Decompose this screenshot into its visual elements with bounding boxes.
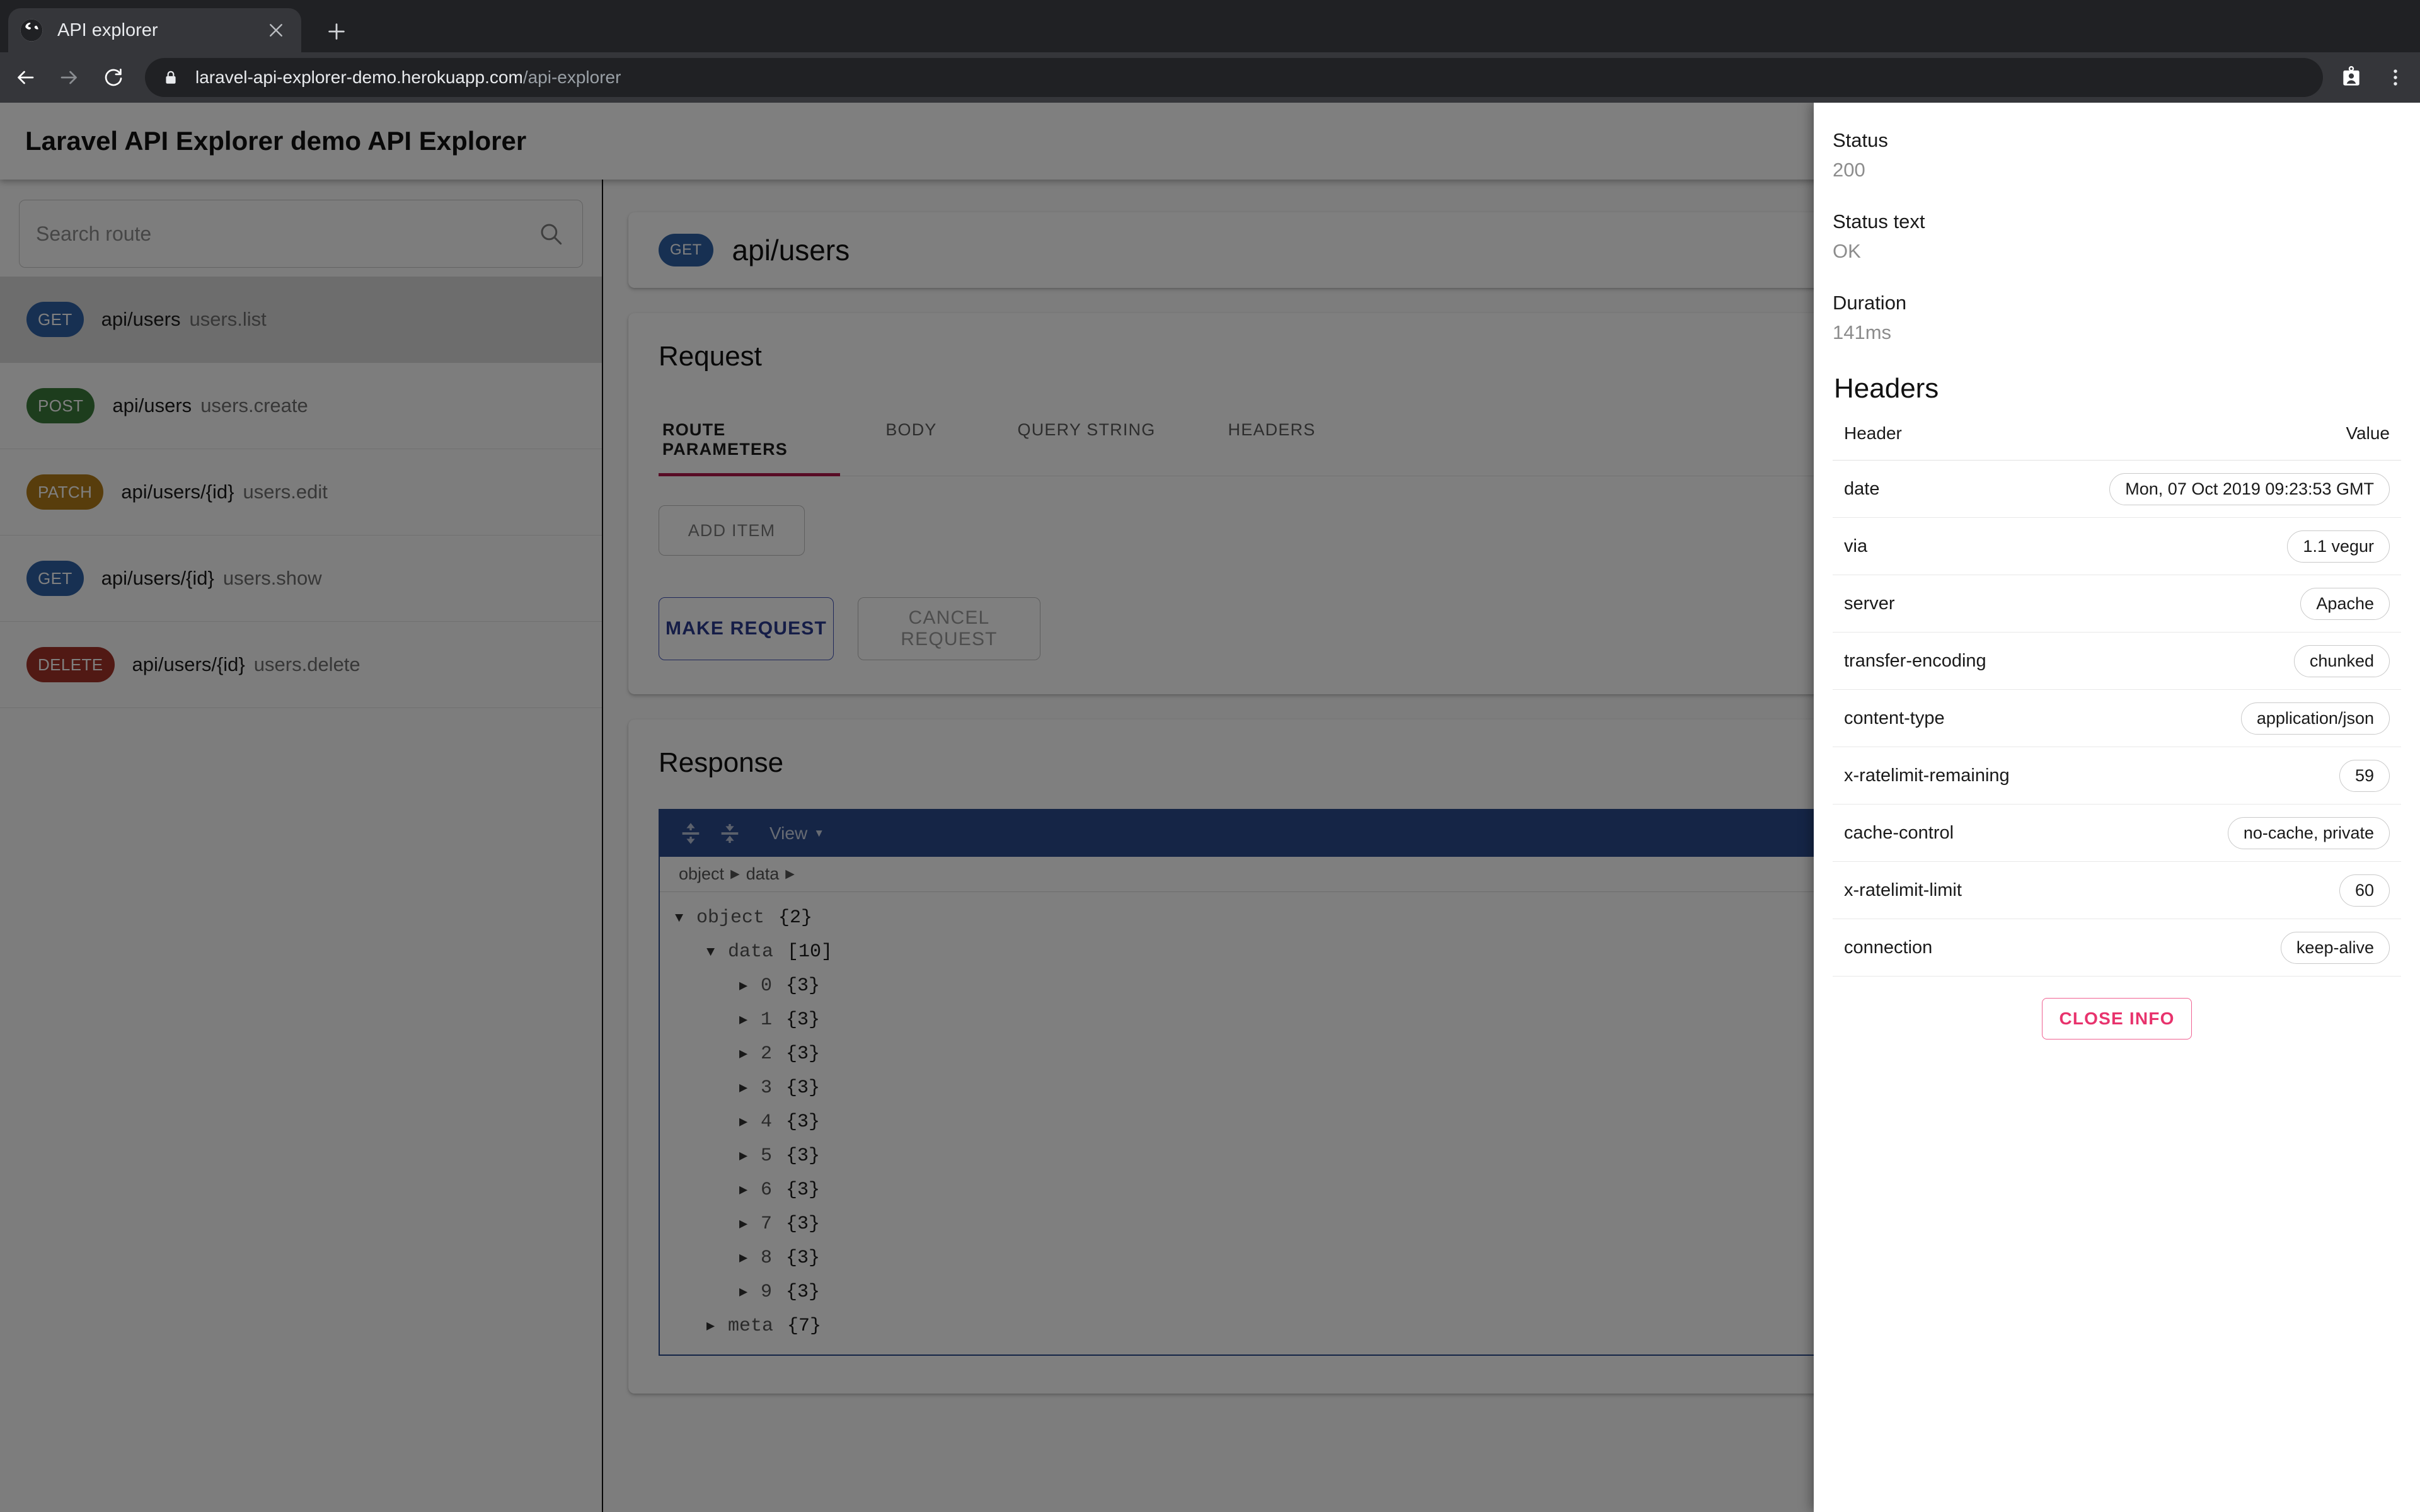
response-meta-item: Status 200 bbox=[1833, 129, 2401, 181]
headers-table-row: date Mon, 07 Oct 2019 09:23:53 GMT bbox=[1833, 460, 2401, 518]
tab-title: API explorer bbox=[57, 20, 158, 40]
address-bar[interactable]: laravel-api-explorer-demo.herokuapp.com/… bbox=[145, 58, 2323, 97]
header-value-cell: application/json bbox=[2050, 689, 2401, 747]
header-value-chip: 60 bbox=[2339, 874, 2390, 907]
header-name: transfer-encoding bbox=[1833, 632, 2051, 690]
headers-table-row: x-ratelimit-remaining 59 bbox=[1833, 747, 2401, 805]
globe-icon bbox=[20, 18, 43, 42]
close-info-wrapper: CLOSE INFO bbox=[1833, 998, 2401, 1040]
header-name: cache-control bbox=[1833, 804, 2051, 862]
arrow-left-icon[interactable] bbox=[6, 59, 44, 96]
response-meta-list: Status 200 Status text OK Duration 141ms bbox=[1833, 129, 2401, 344]
lock-icon bbox=[163, 68, 179, 87]
header-name: content-type bbox=[1833, 689, 2051, 747]
header-value-chip: keep-alive bbox=[2280, 931, 2390, 964]
headers-table-row: server Apache bbox=[1833, 575, 2401, 633]
response-meta-value: OK bbox=[1833, 240, 1861, 262]
header-name: x-ratelimit-remaining bbox=[1833, 747, 2051, 805]
page-content: Laravel API Explorer demo API Explorer G… bbox=[0, 103, 2420, 1512]
header-name: connection bbox=[1833, 919, 2051, 976]
header-value-cell: chunked bbox=[2050, 632, 2401, 690]
browser-toolbar: laravel-api-explorer-demo.herokuapp.com/… bbox=[0, 52, 2420, 103]
headers-table-row: connection keep-alive bbox=[1833, 919, 2401, 976]
header-name: via bbox=[1833, 517, 2051, 575]
header-value-cell: 1.1 vegur bbox=[2050, 517, 2401, 575]
response-meta-value: 141ms bbox=[1833, 321, 1892, 343]
header-value-chip: chunked bbox=[2293, 644, 2390, 677]
headers-table-header-row: Header Value bbox=[1833, 423, 2401, 461]
headers-table-row: via 1.1 vegur bbox=[1833, 517, 2401, 575]
new-tab-button[interactable] bbox=[320, 15, 353, 48]
column-header-value: Value bbox=[2050, 423, 2401, 461]
header-value-cell: 59 bbox=[2050, 747, 2401, 805]
header-value-cell: no-cache, private bbox=[2050, 804, 2401, 862]
response-meta-value: 200 bbox=[1833, 159, 1865, 181]
headers-table-body: date Mon, 07 Oct 2019 09:23:53 GMT via 1.1 … bbox=[1833, 460, 2401, 976]
header-value-chip: Mon, 07 Oct 2019 09:23:53 GMT bbox=[2109, 472, 2390, 505]
header-value-cell: 60 bbox=[2050, 861, 2401, 919]
response-meta-label: Status bbox=[1833, 129, 1888, 151]
header-value-chip: Apache bbox=[2300, 587, 2390, 620]
browser-chrome: API explorer laravel-api-explorer-demo.h… bbox=[0, 0, 2420, 103]
response-meta-label: Status text bbox=[1833, 210, 1925, 232]
response-meta-item: Status text OK bbox=[1833, 210, 2401, 263]
header-value-chip: 59 bbox=[2339, 759, 2390, 792]
header-name: date bbox=[1833, 460, 2051, 518]
column-header-name: Header bbox=[1833, 423, 2051, 461]
response-meta-item: Duration 141ms bbox=[1833, 292, 2401, 344]
header-value-chip: application/json bbox=[2240, 702, 2390, 735]
headers-table-row: cache-control no-cache, private bbox=[1833, 804, 2401, 862]
headers-title: Headers bbox=[1834, 373, 1939, 404]
header-value-cell: Mon, 07 Oct 2019 09:23:53 GMT bbox=[2050, 460, 2401, 518]
headers-table-row: x-ratelimit-limit 60 bbox=[1833, 861, 2401, 919]
header-value-chip: no-cache, private bbox=[2227, 816, 2390, 849]
more-vertical-icon[interactable] bbox=[2376, 58, 2415, 97]
close-info-button[interactable]: CLOSE INFO bbox=[2042, 998, 2192, 1040]
info-drawer: Status 200 Status text OK Duration 141ms Head… bbox=[1814, 103, 2420, 1512]
url-path: /api-explorer bbox=[522, 67, 621, 87]
headers-table: Header Value date Mon, 07 Oct 2019 09:23:… bbox=[1833, 423, 2401, 976]
reload-icon[interactable] bbox=[95, 59, 132, 96]
header-name: x-ratelimit-limit bbox=[1833, 861, 2051, 919]
header-value-cell: keep-alive bbox=[2050, 919, 2401, 976]
close-icon[interactable] bbox=[262, 16, 290, 44]
headers-table-row: content-type application/json bbox=[1833, 689, 2401, 747]
headers-table-row: transfer-encoding chunked bbox=[1833, 632, 2401, 690]
browser-tab[interactable]: API explorer bbox=[8, 8, 301, 52]
arrow-right-icon[interactable] bbox=[50, 59, 88, 96]
tab-strip: API explorer bbox=[0, 0, 2420, 52]
header-value-chip: 1.1 vegur bbox=[2287, 530, 2390, 563]
url-domain: laravel-api-explorer-demo.herokuapp.com bbox=[195, 67, 523, 87]
header-value-cell: Apache bbox=[2050, 575, 2401, 633]
response-meta-label: Duration bbox=[1833, 292, 1907, 314]
header-name: server bbox=[1833, 575, 2051, 633]
url-text: laravel-api-explorer-demo.herokuapp.com/… bbox=[195, 67, 621, 88]
contact-card-icon[interactable] bbox=[2332, 58, 2371, 97]
